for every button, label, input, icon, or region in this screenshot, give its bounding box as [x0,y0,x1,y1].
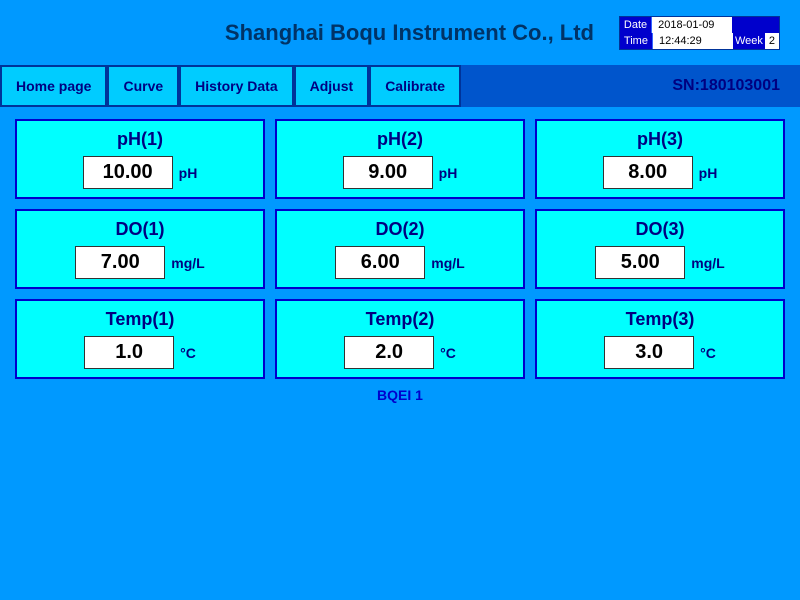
sensor-do1-row: 7.00 mg/L [75,246,204,279]
sensor-do2-unit: mg/L [431,255,464,271]
sensor-do2-value: 6.00 [335,246,425,279]
sensor-temp2-label: Temp(2) [366,309,435,330]
sensor-ph3-row: 8.00 pH [603,156,718,189]
time-row: Time 12:44:29 Week 2 [620,33,779,49]
sensor-temp2: Temp(2) 2.0 °C [275,299,525,379]
sensor-ph1-row: 10.00 pH [83,156,198,189]
time-label: Time [620,33,653,49]
sensor-ph2-label: pH(2) [377,129,423,150]
sensor-ph3-unit: pH [699,165,718,181]
sensor-do3-unit: mg/L [691,255,724,271]
sensor-do2-row: 6.00 mg/L [335,246,464,279]
sensor-temp3-row: 3.0 °C [604,336,716,369]
nav-history[interactable]: History Data [179,65,293,107]
nav-home[interactable]: Home page [0,65,107,107]
sensor-do2: DO(2) 6.00 mg/L [275,209,525,289]
sensor-temp3-unit: °C [700,345,716,361]
sensor-do3-row: 5.00 mg/L [595,246,724,279]
sensor-temp1-value: 1.0 [84,336,174,369]
sensor-ph3: pH(3) 8.00 pH [535,119,785,199]
company-title: Shanghai Boqu Instrument Co., Ltd [200,20,619,46]
sensor-do2-label: DO(2) [376,219,425,240]
sensor-ph3-label: pH(3) [637,129,683,150]
sensor-do1: DO(1) 7.00 mg/L [15,209,265,289]
week-value: 2 [765,33,779,49]
header: Shanghai Boqu Instrument Co., Ltd Date 2… [0,0,800,65]
nav-calibrate[interactable]: Calibrate [369,65,461,107]
sensor-ph1: pH(1) 10.00 pH [15,119,265,199]
datetime-panel: Date 2018-01-09 Time 12:44:29 Week 2 [619,16,780,50]
date-label: Date [620,17,652,33]
sensor-grid: pH(1) 10.00 pH pH(2) 9.00 pH pH(3) 8.00 … [15,119,785,379]
sensor-temp3-value: 3.0 [604,336,694,369]
sensor-do3: DO(3) 5.00 mg/L [535,209,785,289]
sensor-do1-unit: mg/L [171,255,204,271]
sensor-temp2-row: 2.0 °C [344,336,456,369]
sensor-temp3: Temp(3) 3.0 °C [535,299,785,379]
time-value: 12:44:29 [653,33,733,49]
sensor-ph2-unit: pH [439,165,458,181]
sensor-ph1-unit: pH [179,165,198,181]
sensor-ph1-value: 10.00 [83,156,173,189]
sensor-temp2-unit: °C [440,345,456,361]
nav-curve[interactable]: Curve [107,65,179,107]
sensor-ph1-label: pH(1) [117,129,163,150]
nav-adjust[interactable]: Adjust [294,65,370,107]
week-label: Week [733,33,765,49]
sensor-ph2-row: 9.00 pH [343,156,458,189]
sensor-do3-value: 5.00 [595,246,685,279]
sensor-do1-label: DO(1) [116,219,165,240]
footer-text: BQEI 1 [15,387,785,403]
sensor-temp1-row: 1.0 °C [84,336,196,369]
sensor-ph2-value: 9.00 [343,156,433,189]
navbar: Home page Curve History Data Adjust Cali… [0,65,800,107]
sensor-temp1-label: Temp(1) [106,309,175,330]
sensor-temp1-unit: °C [180,345,196,361]
sensor-temp1: Temp(1) 1.0 °C [15,299,265,379]
sensor-temp3-label: Temp(3) [626,309,695,330]
sensor-temp2-value: 2.0 [344,336,434,369]
sensor-ph2: pH(2) 9.00 pH [275,119,525,199]
main-content: pH(1) 10.00 pH pH(2) 9.00 pH pH(3) 8.00 … [0,107,800,415]
date-row: Date 2018-01-09 [620,17,779,33]
sensor-do1-value: 7.00 [75,246,165,279]
date-value: 2018-01-09 [652,17,732,33]
sensor-do3-label: DO(3) [636,219,685,240]
serial-number: SN:180103001 [672,77,780,95]
sensor-ph3-value: 8.00 [603,156,693,189]
